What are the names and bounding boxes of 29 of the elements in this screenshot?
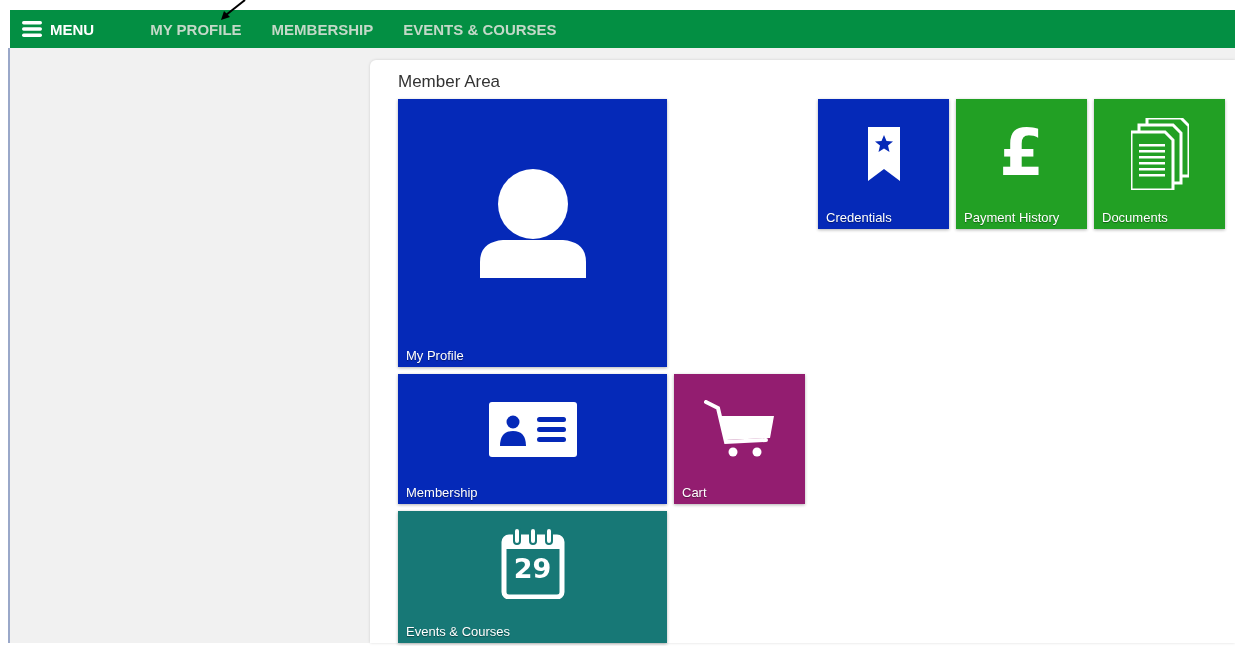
- calendar-day: 29: [500, 555, 565, 582]
- menu-tile[interactable]: Credentials: [818, 99, 949, 229]
- documents-icon: [1130, 118, 1189, 190]
- tile-label: Payment History: [964, 210, 1060, 225]
- tile-label: Membership: [406, 485, 478, 500]
- calendar-icon: [500, 527, 565, 599]
- tile-label: Credentials: [826, 210, 892, 225]
- person-icon: [477, 168, 588, 278]
- tile-label: Cart: [682, 485, 707, 500]
- tile-label: Documents: [1102, 210, 1168, 225]
- menu-tile[interactable]: £ Payment History: [956, 99, 1087, 229]
- menu-tile[interactable]: Documents: [1094, 99, 1225, 229]
- pointer-arrow: [220, 0, 246, 22]
- cart-icon: [703, 400, 776, 458]
- tile-label: My Profile: [406, 348, 464, 363]
- bookmark-star-icon: [867, 127, 900, 181]
- tile-label: Events & Courses: [406, 624, 511, 639]
- nav-link[interactable]: EVENTS & COURSES: [403, 20, 557, 38]
- nav-link[interactable]: MY PROFILE: [150, 20, 242, 38]
- menu-tile[interactable]: 29 Events & Courses: [398, 511, 667, 643]
- panel-title: Member Area: [398, 72, 502, 92]
- nav-link[interactable]: MEMBERSHIP: [271, 20, 374, 38]
- id-card-icon: [488, 401, 577, 457]
- menu-tile[interactable]: Membership: [398, 374, 667, 504]
- menu-button[interactable]: MENU: [22, 20, 95, 38]
- menu-icon: [22, 21, 42, 37]
- menu-tile[interactable]: My Profile: [398, 99, 667, 367]
- menu-tile[interactable]: Cart: [674, 374, 805, 504]
- pound-sign: £: [999, 121, 1044, 185]
